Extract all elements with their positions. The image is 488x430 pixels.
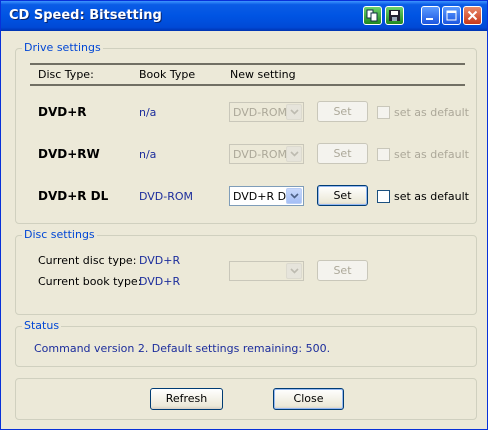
select-value: DVD+R DL: [233, 190, 293, 203]
new-setting-select-dvd-r[interactable]: DVD-ROM: [229, 102, 304, 122]
default-label-dvd-rw: set as default: [394, 148, 469, 161]
book-type-dvd-rw: n/a: [139, 148, 157, 161]
set-button-dvd-r[interactable]: Set: [317, 101, 368, 122]
disc-type-header: Disc Type:: [38, 68, 94, 81]
book-type-header: Book Type: [139, 68, 196, 81]
window: CD Speed: Bitsetting Drive settings Disc…: [0, 0, 488, 430]
disc-type-dvd-rw: DVD+RW: [38, 147, 100, 161]
chevron-down-icon: [286, 104, 302, 120]
book-type-dvd-r-dl: DVD-ROM: [139, 190, 194, 203]
current-book-type-value: DVD+R: [139, 275, 181, 288]
new-setting-select-dvd-r-dl[interactable]: DVD+R DL: [229, 186, 304, 206]
title-bar[interactable]: CD Speed: Bitsetting: [1, 1, 487, 31]
button-bar: Refresh Close: [15, 378, 477, 420]
close-button[interactable]: Close: [273, 388, 344, 410]
select-value: DVD-ROM: [233, 106, 288, 119]
copy-icon[interactable]: [363, 6, 382, 25]
default-label-dvd-r: set as default: [394, 106, 469, 119]
new-setting-select-dvd-rw[interactable]: DVD-ROM: [229, 144, 304, 164]
disc-type-dvd-r-dl: DVD+R DL: [38, 189, 109, 203]
default-label-dvd-r-dl: set as default: [394, 190, 469, 203]
book-type-dvd-r: n/a: [139, 106, 157, 119]
current-book-type-label: Current book type:: [38, 275, 142, 288]
close-icon[interactable]: [463, 6, 482, 25]
set-button-dvd-rw[interactable]: Set: [317, 143, 368, 164]
drive-settings-legend: Drive settings: [22, 41, 103, 54]
window-title: CD Speed: Bitsetting: [9, 8, 162, 23]
chevron-down-icon: [286, 263, 302, 279]
status-text: Command version 2. Default settings rema…: [34, 342, 331, 355]
chevron-down-icon: [286, 146, 302, 162]
status-group: Status Command version 2. Default settin…: [15, 319, 477, 367]
disc-set-button[interactable]: Set: [317, 260, 368, 281]
disc-settings-legend: Disc settings: [22, 228, 97, 241]
minimize-icon[interactable]: [421, 6, 440, 25]
refresh-button[interactable]: Refresh: [150, 388, 223, 410]
default-checkbox-dvd-r[interactable]: [377, 106, 390, 119]
default-checkbox-dvd-rw[interactable]: [377, 148, 390, 161]
set-button-dvd-r-dl[interactable]: Set: [317, 185, 368, 206]
drive-settings-group: Drive settings Disc Type: Book Type New …: [15, 41, 477, 224]
disc-settings-group: Disc settings Current disc type: DVD+R C…: [15, 228, 477, 315]
header-divider-bottom: [30, 84, 465, 86]
new-setting-header: New setting: [230, 68, 296, 81]
book-type-select[interactable]: [229, 261, 304, 281]
chevron-down-icon: [286, 188, 302, 204]
header-divider-top: [30, 63, 465, 65]
current-disc-type-label: Current disc type:: [38, 254, 137, 267]
save-icon[interactable]: [385, 6, 404, 25]
status-legend: Status: [22, 319, 62, 332]
disc-type-dvd-r: DVD+R: [38, 105, 87, 119]
current-disc-type-value: DVD+R: [139, 254, 181, 267]
default-checkbox-dvd-r-dl[interactable]: [377, 190, 390, 203]
select-value: DVD-ROM: [233, 148, 288, 161]
maximize-icon[interactable]: [442, 6, 461, 25]
